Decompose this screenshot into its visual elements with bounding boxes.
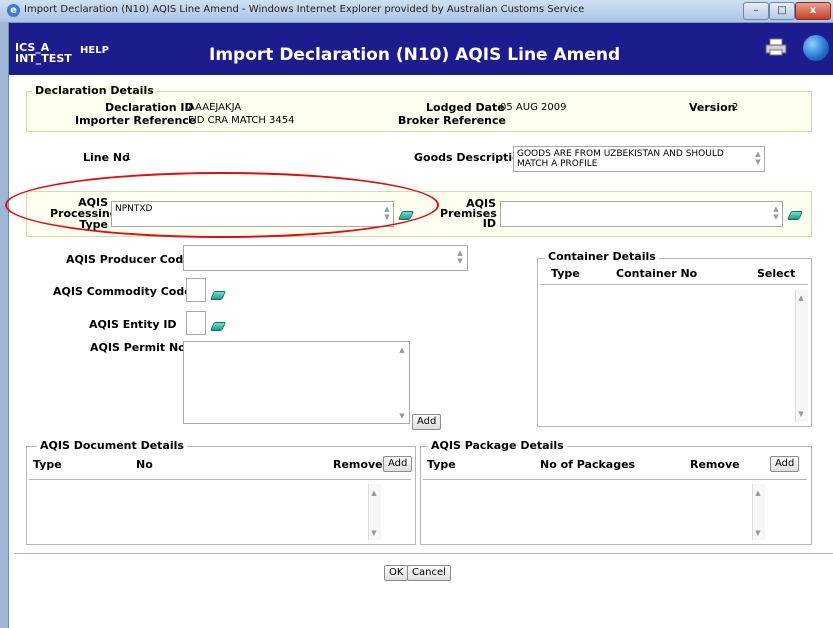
lookup-icon[interactable]	[209, 291, 227, 300]
divider	[423, 479, 807, 480]
lodged-date-value: 05 AUG 2009	[500, 102, 567, 113]
scroll-down-arrow[interactable]: ▼	[795, 410, 807, 418]
highlight-annotation	[5, 172, 439, 238]
window-titlebar: e Import Declaration (N10) AQIS Line Ame…	[0, 0, 833, 23]
scroll-up-arrow[interactable]: ▲	[795, 294, 807, 302]
goods-description-label: Goods Description	[414, 151, 528, 164]
scroll-arrows[interactable]: ▲ ▼	[752, 150, 764, 166]
maximize-button[interactable]: □	[769, 2, 795, 20]
importer-reference-label: Importer Reference	[75, 114, 197, 127]
minimize-button[interactable]: –	[743, 2, 769, 20]
ie-logo-icon: e	[7, 4, 20, 17]
aqis-premises-id-field[interactable]	[500, 201, 783, 227]
scroll-up-arrow[interactable]: ▲	[396, 346, 408, 354]
scroll-arrows[interactable]: ▲ ▼	[770, 205, 782, 221]
goods-description-field[interactable]: GOODS ARE FROM UZBEKISTAN AND SHOULD MAT…	[513, 146, 765, 172]
globe-icon[interactable]	[803, 35, 829, 61]
divider	[540, 284, 808, 285]
lookup-icon[interactable]	[209, 322, 227, 331]
line-no-value: 1	[125, 152, 132, 163]
add-permit-button[interactable]: Add	[412, 414, 442, 430]
version-value: 2	[732, 102, 739, 113]
divider	[29, 479, 411, 480]
document-no-column: No	[136, 458, 153, 471]
system-name: ICS_A INT_TEST	[15, 41, 72, 65]
broker-reference-label: Broker Reference	[398, 114, 506, 127]
importer-reference-value: FID CRA MATCH 3454	[188, 115, 295, 126]
print-icon[interactable]	[764, 38, 788, 56]
close-button[interactable]: x	[795, 2, 831, 20]
declaration-id-value: AAAEJAKJA	[188, 102, 242, 113]
aqis-producer-code-field[interactable]	[183, 245, 468, 271]
declaration-details-legend: Declaration Details	[32, 84, 157, 97]
cancel-button[interactable]: Cancel	[407, 565, 451, 581]
scroll-up-arrow[interactable]: ▲	[752, 489, 764, 497]
container-scrollbar[interactable]	[795, 290, 808, 422]
ok-button[interactable]: OK	[384, 565, 409, 581]
document-type-column: Type	[33, 458, 62, 471]
add-package-button[interactable]: Add	[770, 456, 800, 472]
aqis-entity-id-field[interactable]	[186, 311, 206, 335]
scroll-arrows[interactable]: ▲ ▼	[454, 249, 466, 265]
package-remove-column: Remove	[690, 458, 740, 471]
aqis-permit-no-field[interactable]	[183, 341, 410, 424]
add-document-button[interactable]: Add	[383, 456, 413, 472]
document-details-legend: AQIS Document Details	[37, 439, 187, 452]
scroll-up-arrow[interactable]: ▲	[368, 489, 380, 497]
container-no-column: Container No	[616, 267, 698, 280]
aqis-entity-id-label: AQIS Entity ID	[89, 318, 177, 331]
package-details-legend: AQIS Package Details	[428, 439, 567, 452]
page-header: ICS_A INT_TEST HELP Import Declaration (N…	[9, 23, 833, 75]
window-title: Import Declaration (N10) AQIS Line Amend…	[24, 4, 585, 15]
declaration-id-label: Declaration ID	[105, 101, 194, 114]
aqis-producer-code-label: AQIS Producer Code	[66, 253, 191, 266]
scroll-down-arrow[interactable]: ▼	[396, 412, 408, 420]
package-type-column: Type	[427, 458, 456, 471]
document-remove-column: Remove	[333, 458, 383, 471]
scroll-down-arrow[interactable]: ▼	[752, 529, 764, 537]
version-label: Version	[689, 101, 736, 114]
line-no-label: Line No	[83, 151, 130, 164]
aqis-permit-no-label: AQIS Permit No	[90, 341, 186, 354]
container-select-column: Select	[757, 267, 796, 280]
aqis-commodity-code-label: AQIS Commodity Code	[53, 285, 192, 298]
window-frame	[0, 22, 9, 628]
lodged-date-label: Lodged Date	[426, 101, 505, 114]
scroll-down-arrow[interactable]: ▼	[368, 529, 380, 537]
package-count-column: No of Packages	[540, 458, 636, 471]
container-details-legend: Container Details	[545, 250, 659, 263]
page-title: Import Declaration (N10) AQIS Line Amend	[209, 45, 621, 65]
aqis-premises-id-label: AQIS Premises ID	[440, 197, 497, 230]
footer-divider	[14, 553, 833, 554]
help-link[interactable]: HELP	[80, 45, 109, 56]
aqis-commodity-code-field[interactable]	[186, 278, 206, 302]
container-type-column: Type	[551, 267, 580, 280]
